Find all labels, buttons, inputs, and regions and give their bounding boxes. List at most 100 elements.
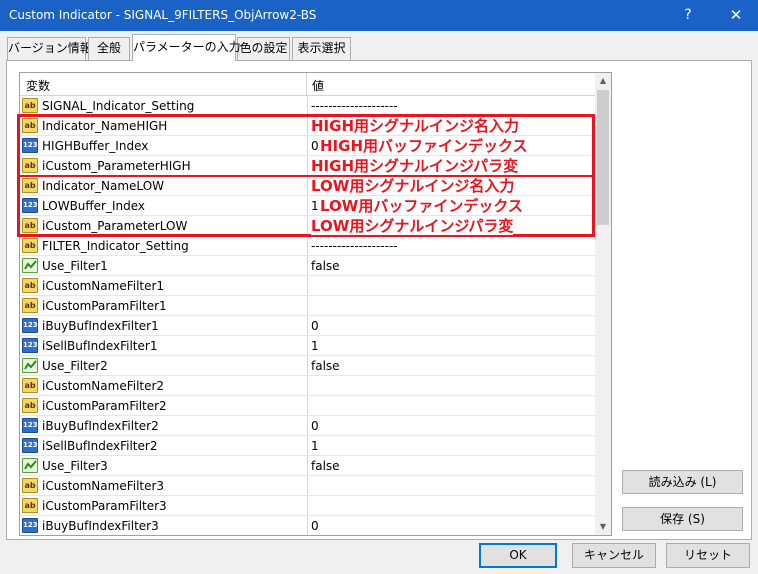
table-row[interactable]: Use_Filter2 false xyxy=(20,356,595,376)
text-param-icon: ab xyxy=(22,158,38,173)
scroll-up-icon[interactable]: ▲ xyxy=(595,73,611,89)
reset-button[interactable]: リセット xyxy=(666,543,750,568)
table-row[interactable]: 123 iBuyBufIndexFilter3 0 xyxy=(20,516,595,535)
param-name: LOWBuffer_Index xyxy=(42,199,146,213)
param-value[interactable]: 0 xyxy=(311,519,319,533)
param-name: Indicator_NameHIGH xyxy=(42,119,168,133)
param-value[interactable]: false xyxy=(311,359,340,373)
number-param-icon: 123 xyxy=(22,198,38,213)
param-value[interactable]: -------------------- xyxy=(311,99,398,113)
table-row[interactable]: ab iCustomParamFilter1 xyxy=(20,296,595,316)
param-value-cell[interactable]: false xyxy=(307,456,595,475)
vertical-scrollbar[interactable]: ▲ ▼ xyxy=(595,73,611,535)
annotation-low-param: LOW用シグナルインジパラ変 xyxy=(311,217,514,235)
tab-strip: バージョン情報 全般 パラメーターの入力 色の設定 表示選択 xyxy=(0,31,758,61)
param-name: Indicator_NameLOW xyxy=(42,179,164,193)
boolean-param-icon xyxy=(22,458,38,473)
param-value-cell[interactable]: 1 xyxy=(307,336,595,355)
param-value-cell[interactable] xyxy=(307,296,595,315)
tab-general[interactable]: 全般 xyxy=(88,37,130,60)
param-value-cell[interactable]: false xyxy=(307,356,595,375)
param-name: iBuyBufIndexFilter1 xyxy=(42,319,159,333)
boolean-param-icon xyxy=(22,358,38,373)
scroll-thumb[interactable] xyxy=(597,90,609,225)
param-name: iCustomNameFilter1 xyxy=(42,279,165,293)
column-variable-header[interactable]: 変数 xyxy=(26,77,50,94)
param-name: HIGHBuffer_Index xyxy=(42,139,149,153)
param-value-cell[interactable] xyxy=(307,476,595,495)
param-value[interactable]: 1 xyxy=(311,339,319,353)
tab-visualization[interactable]: 表示選択 xyxy=(292,37,351,60)
cancel-button[interactable]: キャンセル xyxy=(572,543,656,568)
param-value-cell[interactable]: 1 xyxy=(307,436,595,455)
table-row[interactable]: 123 iBuyBufIndexFilter2 0 xyxy=(20,416,595,436)
text-param-icon: ab xyxy=(22,118,38,133)
table-row[interactable]: 123 iSellBufIndexFilter2 1 xyxy=(20,436,595,456)
text-param-icon: ab xyxy=(22,218,38,233)
table-row[interactable]: ab FILTER_Indicator_Setting --------------… xyxy=(20,236,595,256)
number-param-icon: 123 xyxy=(22,318,38,333)
number-param-icon: 123 xyxy=(22,438,38,453)
table-row[interactable]: 123 iBuyBufIndexFilter1 0 xyxy=(20,316,595,336)
param-value-cell[interactable] xyxy=(307,376,595,395)
table-row[interactable]: Use_Filter3 false xyxy=(20,456,595,476)
param-value[interactable]: 0 xyxy=(311,319,319,333)
text-param-icon: ab xyxy=(22,298,38,313)
table-row[interactable]: Use_Filter1 false xyxy=(20,256,595,276)
param-value[interactable]: 1 xyxy=(311,439,319,453)
param-value-cell[interactable] xyxy=(307,396,595,415)
column-value-header[interactable]: 値 xyxy=(312,77,324,94)
table-row[interactable]: ab iCustomParamFilter3 xyxy=(20,496,595,516)
grid-header: 変数 値 xyxy=(20,73,595,96)
text-param-icon: ab xyxy=(22,178,38,193)
param-value[interactable]: 0 xyxy=(311,139,319,153)
number-param-icon: 123 xyxy=(22,338,38,353)
param-value-cell[interactable] xyxy=(307,496,595,515)
param-name: iCustom_ParameterLOW xyxy=(42,219,188,233)
param-value-cell[interactable]: false xyxy=(307,256,595,275)
save-button[interactable]: 保存 (S) xyxy=(622,507,743,531)
column-separator[interactable] xyxy=(306,73,307,96)
param-value[interactable]: 0 xyxy=(311,419,319,433)
load-button[interactable]: 読み込み (L) xyxy=(622,470,743,494)
param-name: iCustomNameFilter3 xyxy=(42,479,165,493)
tab-colors[interactable]: 色の設定 xyxy=(237,37,290,60)
param-value-cell[interactable]: -------------------- xyxy=(307,236,595,255)
table-row[interactable]: ab iCustomNameFilter1 xyxy=(20,276,595,296)
table-row[interactable]: ab iCustomNameFilter3 xyxy=(20,476,595,496)
param-value[interactable]: -------------------- xyxy=(311,239,398,253)
help-button[interactable]: ? xyxy=(666,0,710,31)
scroll-down-icon[interactable]: ▼ xyxy=(595,519,611,535)
tab-version-info[interactable]: バージョン情報 xyxy=(7,37,92,60)
annotation-low-buffer: LOW用バッファインデックス xyxy=(320,197,523,215)
param-name: Use_Filter2 xyxy=(42,359,108,373)
text-param-icon: ab xyxy=(22,238,38,253)
param-value-cell[interactable]: -------------------- xyxy=(307,96,595,115)
param-value-cell[interactable] xyxy=(307,276,595,295)
table-row[interactable]: 123 iSellBufIndexFilter1 1 xyxy=(20,336,595,356)
text-param-icon: ab xyxy=(22,498,38,513)
param-name: iCustomParamFilter2 xyxy=(42,399,167,413)
tab-parameters[interactable]: パラメーターの入力 xyxy=(132,34,241,61)
table-row[interactable]: ab iCustomNameFilter2 xyxy=(20,376,595,396)
param-value[interactable]: false xyxy=(311,459,340,473)
ok-button[interactable]: OK xyxy=(479,543,557,568)
param-name: iCustom_ParameterHIGH xyxy=(42,159,191,173)
param-value-cell[interactable]: 0 xyxy=(307,316,595,335)
param-name: iSellBufIndexFilter2 xyxy=(42,439,158,453)
close-button[interactable]: ✕ xyxy=(714,0,758,31)
param-value[interactable]: 1 xyxy=(311,199,319,213)
param-value-cell[interactable]: 0 xyxy=(307,516,595,535)
table-row[interactable]: ab SIGNAL_Indicator_Setting --------------… xyxy=(20,96,595,116)
number-param-icon: 123 xyxy=(22,418,38,433)
boolean-param-icon xyxy=(22,258,38,273)
param-name: iBuyBufIndexFilter2 xyxy=(42,419,159,433)
param-name: FILTER_Indicator_Setting xyxy=(42,239,189,253)
annotation-high-name: HIGH用シグナルインジ名入力 xyxy=(311,117,520,135)
param-name: iCustomParamFilter3 xyxy=(42,499,167,513)
text-param-icon: ab xyxy=(22,378,38,393)
table-row[interactable]: ab iCustomParamFilter2 xyxy=(20,396,595,416)
param-value[interactable]: false xyxy=(311,259,340,273)
param-name: iCustomNameFilter2 xyxy=(42,379,165,393)
param-value-cell[interactable]: 0 xyxy=(307,416,595,435)
